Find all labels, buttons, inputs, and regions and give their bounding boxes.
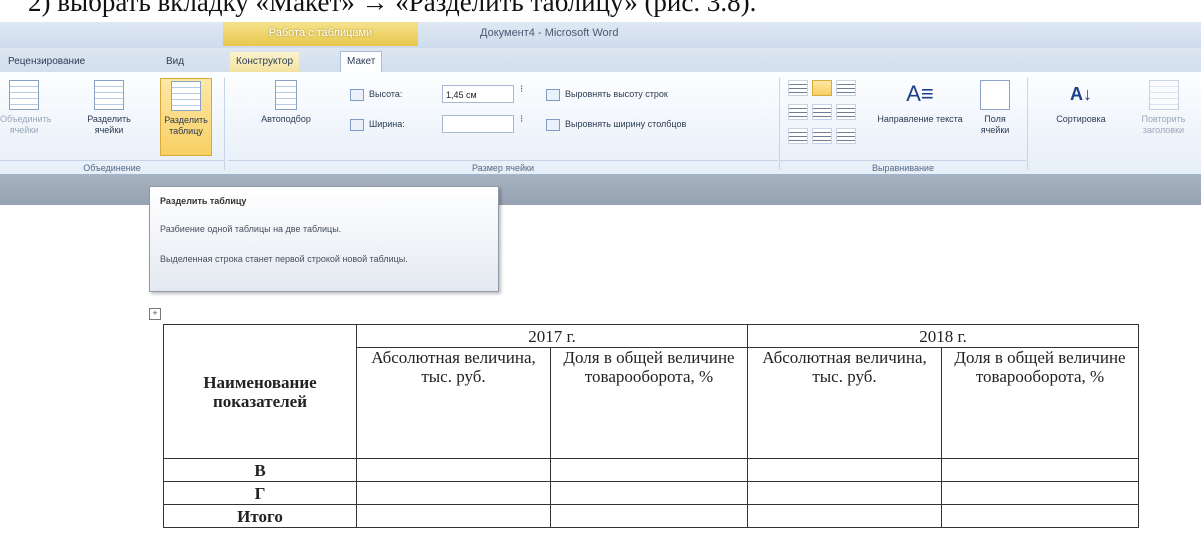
table-cell[interactable] xyxy=(356,481,551,505)
distribute-columns-button[interactable]: Выровнять ширину столбцов xyxy=(546,114,686,134)
tab-layout[interactable]: Макет xyxy=(340,51,383,73)
split-table-button[interactable]: Разделить таблицу xyxy=(160,78,212,156)
row-label[interactable]: В xyxy=(163,458,357,482)
ribbon-separator xyxy=(224,78,225,170)
table-cell[interactable] xyxy=(550,458,748,482)
align-middle-center-icon[interactable] xyxy=(812,104,832,120)
split-cells-icon xyxy=(94,80,124,110)
merge-cells-label: Объединить ячейки xyxy=(0,114,52,135)
window-title: Документ4 - Microsoft Word xyxy=(480,27,619,39)
merge-cells-icon xyxy=(9,80,39,110)
align-top-left-icon[interactable] xyxy=(788,80,808,96)
table-cell[interactable] xyxy=(550,481,748,505)
split-table-label: Разделить таблицу xyxy=(164,115,208,136)
repeat-header-button[interactable]: Повторить заголовки xyxy=(1126,78,1201,156)
align-bottom-right-icon[interactable] xyxy=(836,128,856,144)
align-middle-right-icon[interactable] xyxy=(836,104,856,120)
split-cells-button[interactable]: Разделить ячейки xyxy=(86,78,132,156)
align-top-right-icon[interactable] xyxy=(836,80,856,96)
table-row: Итого xyxy=(163,504,1139,528)
merge-group-label: Объединение xyxy=(0,160,224,175)
context-tab-group-label: Работа с таблицами xyxy=(223,22,418,46)
distribute-rows-button[interactable]: Выровнять высоту строк xyxy=(546,84,668,104)
table-cell[interactable] xyxy=(747,481,942,505)
table-row: В xyxy=(163,458,1139,482)
text-direction-label: Направление текста xyxy=(877,114,963,124)
tooltip-line-1: Разбиение одной таблицы на две таблицы. xyxy=(160,224,342,234)
row-height-icon xyxy=(350,88,364,101)
split-table-tooltip: Разделить таблицу Разбиение одной таблиц… xyxy=(149,186,499,292)
distribute-rows-icon xyxy=(546,88,560,101)
table-cell[interactable] xyxy=(941,481,1139,505)
document-heading: 2) выбрать вкладку «Макет» → «Разделить … xyxy=(28,0,757,17)
alignment-group-label: Выравнивание xyxy=(780,160,1026,175)
ribbon-separator xyxy=(1027,78,1028,170)
tooltip-title: Разделить таблицу xyxy=(160,196,247,206)
row-label[interactable]: Итого xyxy=(163,504,357,528)
abs-2017-header[interactable]: Абсолютная величина, тыс. руб. xyxy=(356,347,551,459)
tooltip-line-2: Выделенная строка станет первой строкой … xyxy=(160,254,408,264)
split-table-icon xyxy=(171,81,201,111)
column-width-label: Ширина: xyxy=(350,114,405,134)
row-label[interactable]: Г xyxy=(163,481,357,505)
autofit-label: Автоподбор xyxy=(261,114,311,124)
cell-margins-button[interactable]: Поля ячейки xyxy=(970,78,1020,156)
tab-review[interactable]: Рецензирование xyxy=(2,52,91,72)
align-bottom-left-icon[interactable] xyxy=(788,128,808,144)
text-direction-button[interactable]: A≡ Направление текста xyxy=(872,78,968,156)
table-cell[interactable] xyxy=(941,504,1139,528)
table-row: Г xyxy=(163,481,1139,505)
row-header-cell[interactable]: Наименование показателей xyxy=(163,324,357,459)
split-cells-label: Разделить ячейки xyxy=(87,114,131,135)
row-height-label: Высота: xyxy=(350,84,402,104)
tab-view[interactable]: Вид xyxy=(160,52,190,72)
year-2017-header[interactable]: 2017 г. xyxy=(356,324,748,348)
sort-label: Сортировка xyxy=(1056,114,1106,124)
table-cell[interactable] xyxy=(747,458,942,482)
cell-size-group-label: Размер ячейки xyxy=(228,160,778,175)
table-cell[interactable] xyxy=(356,458,551,482)
text-direction-icon: A≡ xyxy=(906,81,934,106)
cell-margins-icon xyxy=(980,80,1010,110)
table-cell[interactable] xyxy=(747,504,942,528)
column-width-spinner-icon[interactable]: ⁝ xyxy=(520,114,523,125)
table-cell[interactable] xyxy=(356,504,551,528)
row-height-spinner-icon[interactable]: ⁝ xyxy=(520,84,523,95)
distribute-columns-icon xyxy=(546,118,560,131)
year-2018-header[interactable]: 2018 г. xyxy=(747,324,1139,348)
cell-margins-label: Поля ячейки xyxy=(980,114,1010,135)
repeat-header-icon xyxy=(1148,80,1179,110)
row-height-field[interactable]: 1,45 см xyxy=(442,85,514,103)
merge-cells-button[interactable]: Объединить ячейки xyxy=(0,78,52,156)
repeat-header-label: Повторить заголовки xyxy=(1141,114,1186,135)
tab-design[interactable]: Конструктор xyxy=(230,52,300,72)
alignment-grid xyxy=(788,80,868,150)
sort-button[interactable]: A↓ Сортировка xyxy=(1036,78,1126,156)
align-middle-left-icon[interactable] xyxy=(788,104,808,120)
align-top-center-icon[interactable] xyxy=(812,80,832,96)
column-width-field[interactable] xyxy=(442,115,514,133)
abs-2018-header[interactable]: Абсолютная величина, тыс. руб. xyxy=(747,347,942,459)
table-cell[interactable] xyxy=(550,504,748,528)
autofit-button[interactable]: Автоподбор xyxy=(228,78,344,156)
table-cell[interactable] xyxy=(941,458,1139,482)
ribbon-separator xyxy=(779,78,780,170)
sort-az-icon: A↓ xyxy=(1070,84,1092,104)
document-table: Наименование показателей 2017 г. 2018 г.… xyxy=(163,324,1139,528)
table-move-handle-icon[interactable]: + xyxy=(149,308,161,320)
share-2018-header[interactable]: Доля в общей величине товарооборота, % xyxy=(941,347,1139,459)
share-2017-header[interactable]: Доля в общей величине товарооборота, % xyxy=(550,347,748,459)
align-bottom-center-icon[interactable] xyxy=(812,128,832,144)
column-width-icon xyxy=(350,118,364,131)
autofit-icon xyxy=(275,80,297,110)
